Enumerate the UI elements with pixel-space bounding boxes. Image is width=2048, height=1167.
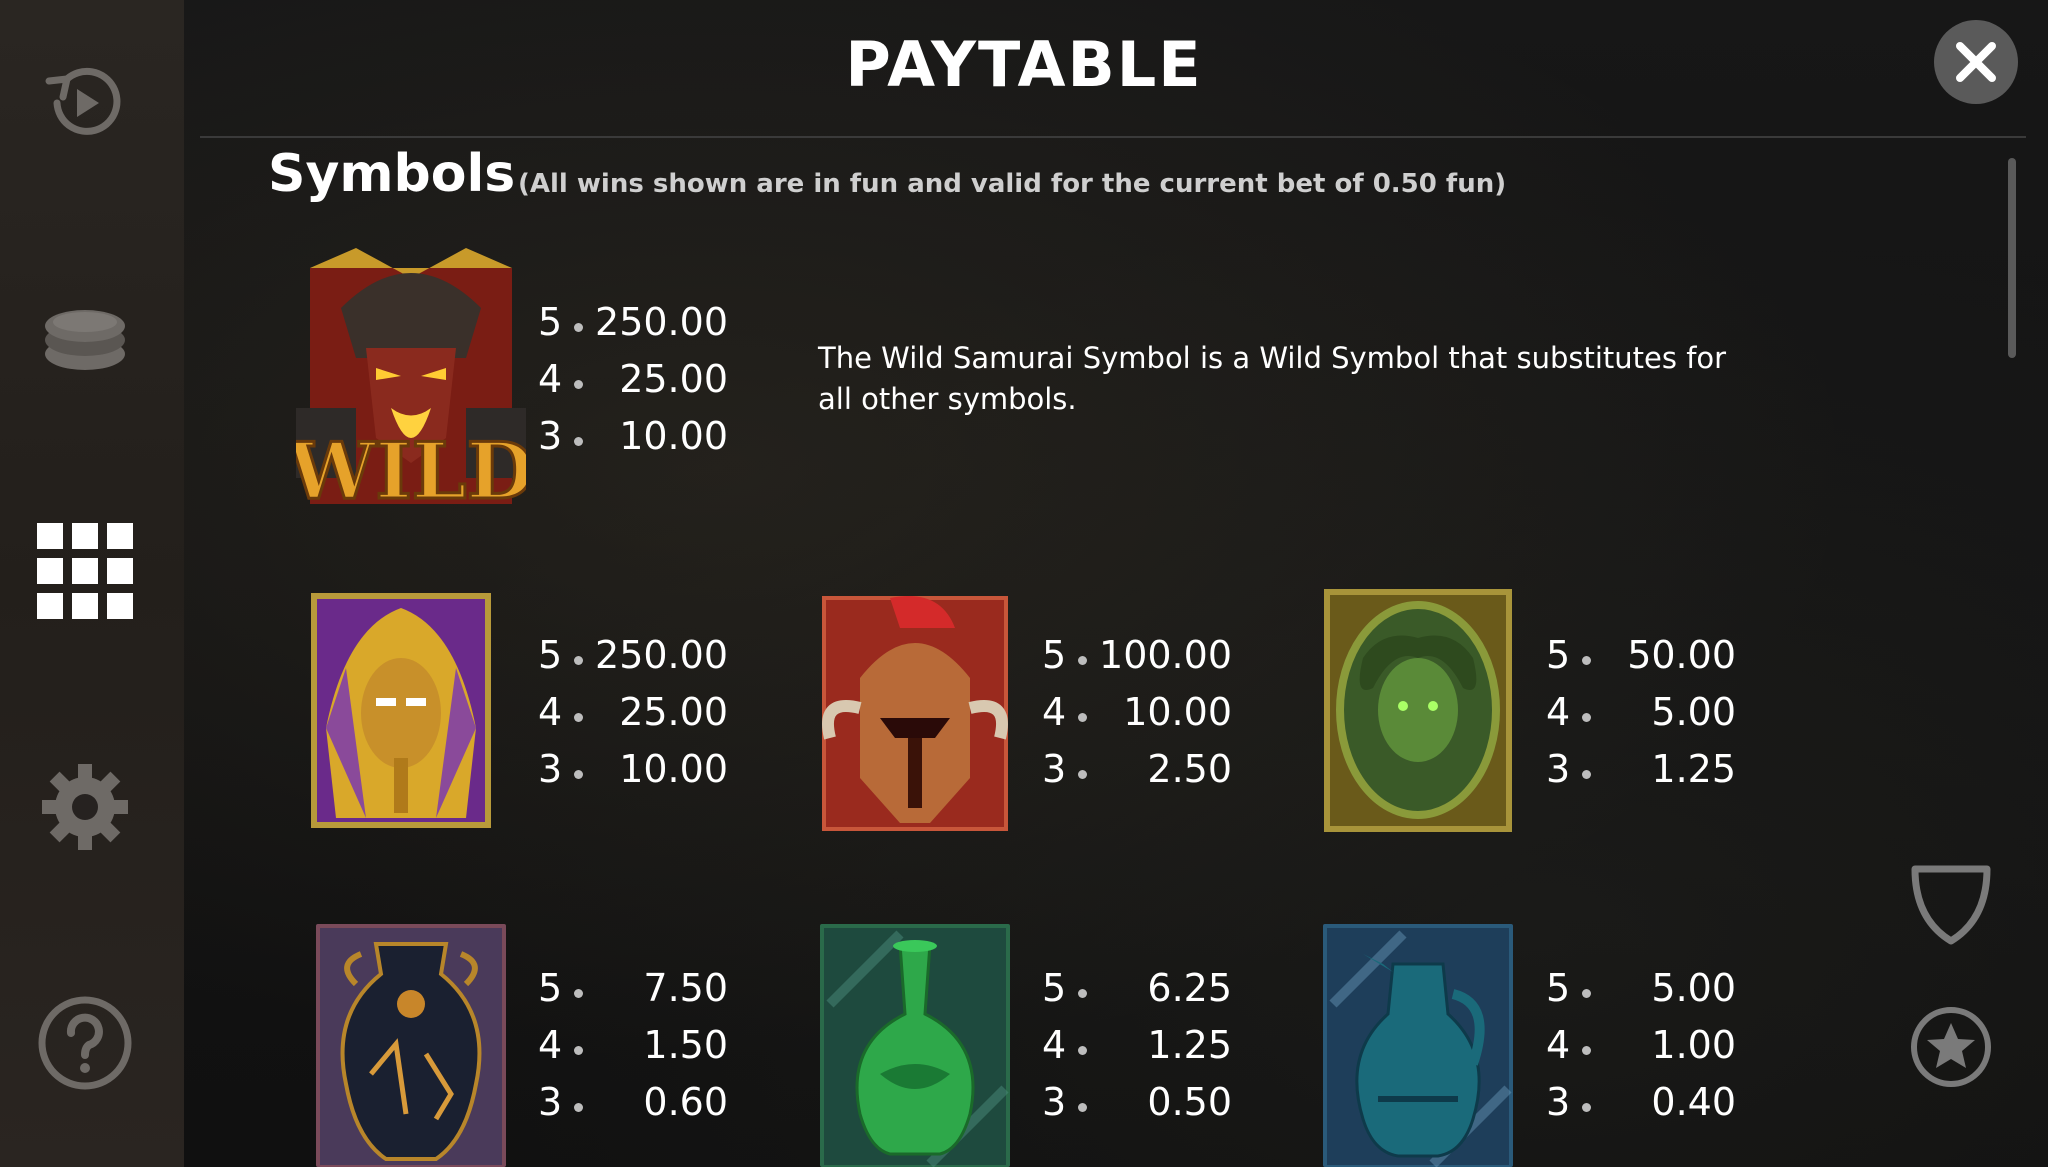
pay-row: 4 25.00	[538, 690, 728, 734]
pay-row: 3 1.25	[1546, 747, 1736, 791]
svg-text:WILD: WILD	[296, 426, 526, 510]
pay-row: 5 100.00	[1042, 633, 1232, 677]
helmet-icon	[820, 588, 1010, 833]
pay-row: 5 7.50	[538, 966, 728, 1010]
samurai-wild-icon: WILD	[296, 248, 526, 510]
pay-row: 3 10.00	[538, 747, 728, 791]
pay-row: 5 5.00	[1546, 966, 1736, 1010]
pay-row: 5 50.00	[1546, 633, 1736, 677]
pay-row: 5 250.00	[538, 300, 728, 344]
pay-row: 3 2.50	[1042, 747, 1232, 791]
blue-jug-icon	[1323, 924, 1513, 1167]
close-icon	[1956, 42, 1996, 82]
helmet-pays: 5 100.00 4 10.00 3 2.50	[1042, 633, 1232, 804]
scrollbar[interactable]	[2008, 158, 2016, 358]
amphora-icon	[316, 924, 506, 1167]
pay-row: 4 1.00	[1546, 1023, 1736, 1067]
wild-description: The Wild Samurai Symbol is a Wild Symbol…	[818, 341, 1727, 416]
settings-button[interactable]	[30, 752, 140, 862]
close-button[interactable]	[1934, 20, 2018, 104]
header-divider	[200, 136, 2026, 138]
pay-row: 4 25.00	[538, 357, 728, 401]
question-icon	[38, 996, 132, 1090]
green-vase-pays: 5 6.25 4 1.25 3 0.50	[1042, 966, 1232, 1137]
pay-row: 5 6.25	[1042, 966, 1232, 1010]
page-title: PAYTABLE	[845, 28, 1203, 101]
help-button[interactable]	[30, 988, 140, 1098]
amphora-pays: 5 7.50 4 1.50 3 0.60	[538, 966, 728, 1137]
coins-icon	[45, 310, 125, 370]
shield-button[interactable]	[1906, 858, 1996, 948]
pharaoh-pays: 5 250.00 4 25.00 3 10.00	[538, 633, 728, 804]
pay-row: 4 10.00	[1042, 690, 1232, 734]
section-title: Symbols	[268, 144, 516, 204]
grid-icon	[37, 523, 133, 619]
star-icon	[1911, 1007, 1991, 1087]
pay-row: 4 1.25	[1042, 1023, 1232, 1067]
shield-icon	[1911, 865, 1991, 945]
medusa-shield-icon	[1323, 588, 1513, 833]
pay-row: 4 5.00	[1546, 690, 1736, 734]
bet-button[interactable]	[30, 282, 140, 392]
pay-row: 3 0.50	[1042, 1080, 1232, 1124]
medusa-pays: 5 50.00 4 5.00 3 1.25	[1546, 633, 1736, 804]
pay-row: 3 10.00	[538, 414, 728, 458]
paytable-button[interactable]	[30, 516, 140, 626]
pay-row: 4 1.50	[538, 1023, 728, 1067]
pay-row: 5 250.00	[538, 633, 728, 677]
blue-jug-pays: 5 5.00 4 1.00 3 0.40	[1546, 966, 1736, 1137]
favorite-button[interactable]	[1906, 1002, 1996, 1092]
gear-icon	[42, 764, 128, 850]
section-note: (All wins shown are in fun and valid for…	[518, 169, 1507, 199]
sidebar	[0, 0, 184, 1167]
pay-row: 3 0.40	[1546, 1080, 1736, 1124]
wild-pays: 5 250.00 4 25.00 3 10.00	[538, 300, 728, 471]
green-vase-icon	[820, 924, 1010, 1167]
pay-row: 3 0.60	[538, 1080, 728, 1124]
pharaoh-icon	[306, 588, 496, 833]
